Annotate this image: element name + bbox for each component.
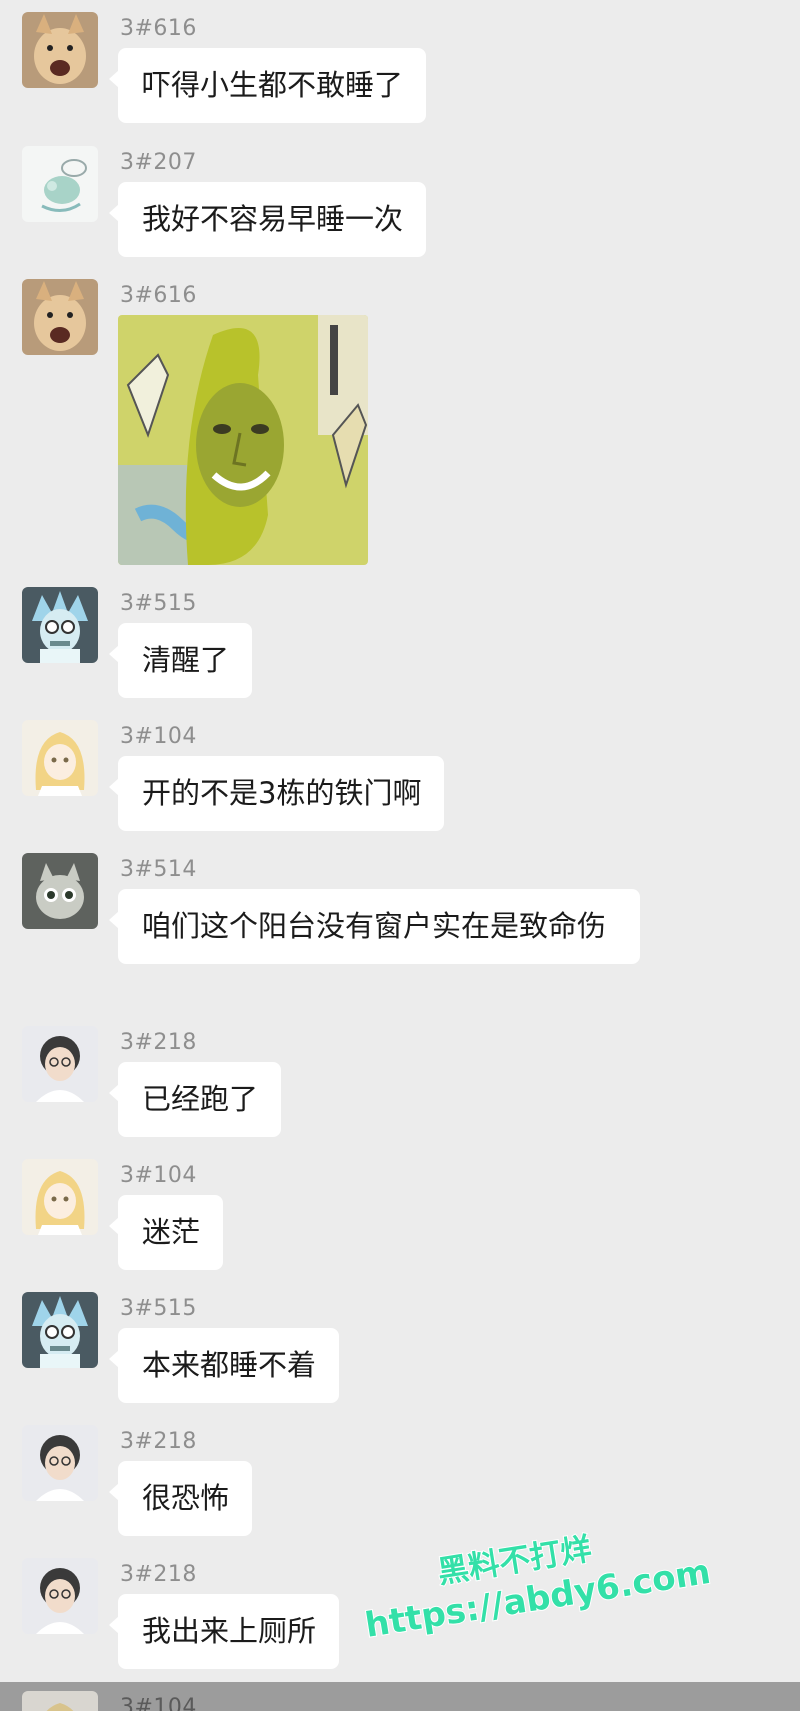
rick-avatar[interactable] bbox=[22, 587, 98, 663]
message-bubble[interactable]: 我出来上厕所 bbox=[108, 1594, 340, 1669]
sender-id: 3#515 bbox=[120, 1296, 197, 1321]
watermark-title: 黑料不打烊 bbox=[434, 1530, 595, 1592]
sender-id: 3#515 bbox=[120, 591, 197, 616]
banana-man-meme-image[interactable] bbox=[118, 315, 368, 565]
message-bubble[interactable]: 很恐怖 bbox=[108, 1461, 253, 1536]
message-bubble[interactable]: 咱们这个阳台没有窗户实在是致命伤 bbox=[109, 889, 640, 964]
sender-id: 3#218 bbox=[120, 1429, 197, 1454]
sender-id: 3#218 bbox=[120, 1562, 197, 1587]
anime-girl-avatar[interactable] bbox=[22, 720, 98, 796]
rick-avatar[interactable] bbox=[22, 1292, 98, 1368]
message-bubble[interactable]: 已经跑了 bbox=[108, 1062, 282, 1137]
sender-id: 3#616 bbox=[120, 283, 197, 308]
anime-girl-avatar[interactable] bbox=[22, 1159, 98, 1235]
message-bubble[interactable]: 本来都睡不着 bbox=[108, 1328, 340, 1403]
person-avatar[interactable] bbox=[22, 1026, 98, 1102]
watermark: 黑料不打烊 https://abdy6.com bbox=[355, 1507, 714, 1647]
sender-id: 3#207 bbox=[120, 150, 197, 175]
sender-id: 3#104 bbox=[120, 1695, 197, 1711]
sender-id: 3#616 bbox=[120, 16, 197, 41]
message-bubble[interactable]: 迷茫 bbox=[108, 1195, 224, 1270]
sender-id: 3#104 bbox=[120, 724, 197, 749]
sender-id: 3#104 bbox=[120, 1163, 197, 1188]
dog-avatar[interactable] bbox=[22, 12, 98, 88]
sender-id: 3#514 bbox=[120, 857, 197, 882]
chat-message-partial: 3#104 bbox=[0, 1691, 800, 1711]
anime-girl-avatar[interactable] bbox=[22, 1691, 98, 1711]
dog-avatar[interactable] bbox=[22, 279, 98, 355]
message-bubble[interactable]: 开的不是3栋的铁门啊 bbox=[108, 756, 445, 831]
cat-creature-avatar[interactable] bbox=[22, 853, 98, 929]
sender-id: 3#218 bbox=[120, 1030, 197, 1055]
person-avatar[interactable] bbox=[22, 1425, 98, 1501]
sticker-avatar[interactable] bbox=[22, 146, 98, 222]
message-bubble[interactable]: 我好不容易早睡一次 bbox=[108, 182, 427, 257]
message-bubble[interactable]: 吓得小生都不敢睡了 bbox=[108, 48, 427, 123]
watermark-url: https://abdy6.com bbox=[361, 1551, 714, 1647]
person-avatar[interactable] bbox=[22, 1558, 98, 1634]
message-bubble[interactable]: 清醒了 bbox=[108, 623, 253, 698]
